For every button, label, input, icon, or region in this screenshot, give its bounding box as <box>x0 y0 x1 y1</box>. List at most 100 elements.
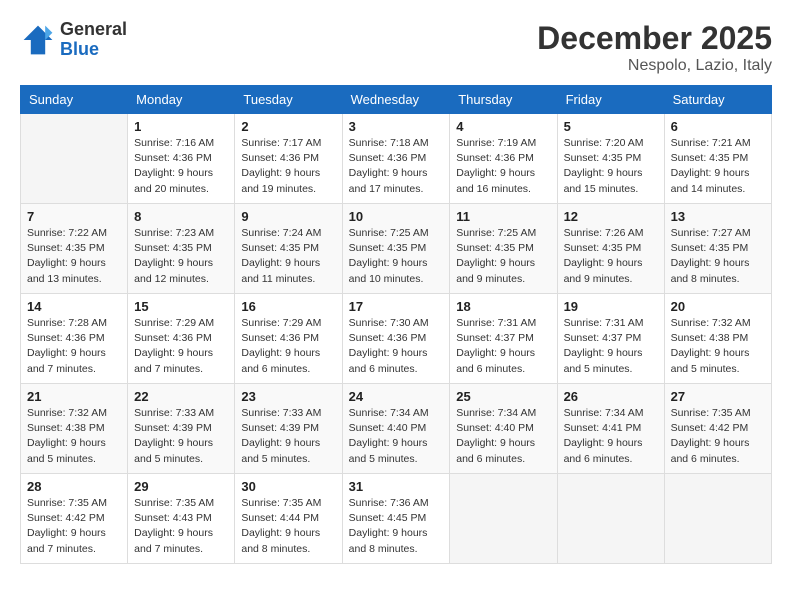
week-row-4: 21 Sunrise: 7:32 AM Sunset: 4:38 PM Dayli… <box>21 384 772 474</box>
day-info: Sunrise: 7:19 AM Sunset: 4:36 PM Dayligh… <box>456 136 550 197</box>
calendar-header-row: SundayMondayTuesdayWednesdayThursdayFrid… <box>21 86 772 114</box>
day-info: Sunrise: 7:23 AM Sunset: 4:35 PM Dayligh… <box>134 226 228 287</box>
calendar-cell: 8 Sunrise: 7:23 AM Sunset: 4:35 PM Daylig… <box>128 204 235 294</box>
day-number: 31 <box>349 479 444 494</box>
calendar-cell: 29 Sunrise: 7:35 AM Sunset: 4:43 PM Dayli… <box>128 474 235 564</box>
day-number: 18 <box>456 299 550 314</box>
day-number: 28 <box>27 479 121 494</box>
day-info: Sunrise: 7:25 AM Sunset: 4:35 PM Dayligh… <box>456 226 550 287</box>
day-number: 13 <box>671 209 765 224</box>
calendar-cell: 18 Sunrise: 7:31 AM Sunset: 4:37 PM Dayli… <box>450 294 557 384</box>
day-info: Sunrise: 7:35 AM Sunset: 4:43 PM Dayligh… <box>134 496 228 557</box>
calendar-cell: 7 Sunrise: 7:22 AM Sunset: 4:35 PM Daylig… <box>21 204 128 294</box>
calendar-cell: 20 Sunrise: 7:32 AM Sunset: 4:38 PM Dayli… <box>664 294 771 384</box>
day-number: 20 <box>671 299 765 314</box>
calendar-cell: 1 Sunrise: 7:16 AM Sunset: 4:36 PM Daylig… <box>128 114 235 204</box>
calendar-cell: 10 Sunrise: 7:25 AM Sunset: 4:35 PM Dayli… <box>342 204 450 294</box>
day-number: 23 <box>241 389 335 404</box>
calendar-cell: 4Sunrise: 7:19 AM Sunset: 4:36 PM Daylig… <box>450 114 557 204</box>
day-info: Sunrise: 7:33 AM Sunset: 4:39 PM Dayligh… <box>241 406 335 467</box>
day-info: Sunrise: 7:16 AM Sunset: 4:36 PM Dayligh… <box>134 136 228 197</box>
column-header-thursday: Thursday <box>450 86 557 114</box>
day-info: Sunrise: 7:34 AM Sunset: 4:40 PM Dayligh… <box>456 406 550 467</box>
page-header: General Blue December 2025 Nespolo, Lazi… <box>20 20 772 75</box>
day-info: Sunrise: 7:27 AM Sunset: 4:35 PM Dayligh… <box>671 226 765 287</box>
calendar-cell: 13 Sunrise: 7:27 AM Sunset: 4:35 PM Dayli… <box>664 204 771 294</box>
day-info: Sunrise: 7:21 AM Sunset: 4:35 PM Dayligh… <box>671 136 765 197</box>
day-number: 27 <box>671 389 765 404</box>
calendar-cell <box>557 474 664 564</box>
calendar-cell: 14 Sunrise: 7:28 AM Sunset: 4:36 PM Dayli… <box>21 294 128 384</box>
day-info: Sunrise: 7:28 AM Sunset: 4:36 PM Dayligh… <box>27 316 121 377</box>
day-number: 21 <box>27 389 121 404</box>
calendar-cell: 12 Sunrise: 7:26 AM Sunset: 4:35 PM Dayli… <box>557 204 664 294</box>
day-number: 5 <box>564 119 658 134</box>
column-header-monday: Monday <box>128 86 235 114</box>
calendar-table: SundayMondayTuesdayWednesdayThursdayFrid… <box>20 85 772 564</box>
day-info: Sunrise: 7:22 AM Sunset: 4:35 PM Dayligh… <box>27 226 121 287</box>
calendar-cell <box>450 474 557 564</box>
day-number: 7 <box>27 209 121 224</box>
day-number: 26 <box>564 389 658 404</box>
day-number: 30 <box>241 479 335 494</box>
location: Nespolo, Lazio, Italy <box>537 57 772 75</box>
logo-text: General Blue <box>60 20 127 60</box>
calendar-cell: 17Sunrise: 7:30 AM Sunset: 4:36 PM Dayli… <box>342 294 450 384</box>
day-number: 12 <box>564 209 658 224</box>
day-info: Sunrise: 7:20 AM Sunset: 4:35 PM Dayligh… <box>564 136 658 197</box>
calendar-cell: 28 Sunrise: 7:35 AM Sunset: 4:42 PM Dayli… <box>21 474 128 564</box>
day-number: 3 <box>349 119 444 134</box>
calendar-cell: 22Sunrise: 7:33 AM Sunset: 4:39 PM Dayli… <box>128 384 235 474</box>
calendar-cell: 15 Sunrise: 7:29 AM Sunset: 4:36 PM Dayli… <box>128 294 235 384</box>
calendar-cell: 26Sunrise: 7:34 AM Sunset: 4:41 PM Dayli… <box>557 384 664 474</box>
calendar-cell: 16Sunrise: 7:29 AM Sunset: 4:36 PM Dayli… <box>235 294 342 384</box>
column-header-saturday: Saturday <box>664 86 771 114</box>
day-number: 22 <box>134 389 228 404</box>
day-number: 25 <box>456 389 550 404</box>
day-info: Sunrise: 7:36 AM Sunset: 4:45 PM Dayligh… <box>349 496 444 557</box>
calendar-cell <box>664 474 771 564</box>
day-number: 17 <box>349 299 444 314</box>
calendar-cell: 21 Sunrise: 7:32 AM Sunset: 4:38 PM Dayli… <box>21 384 128 474</box>
day-info: Sunrise: 7:24 AM Sunset: 4:35 PM Dayligh… <box>241 226 335 287</box>
day-number: 8 <box>134 209 228 224</box>
day-number: 6 <box>671 119 765 134</box>
day-number: 29 <box>134 479 228 494</box>
calendar-cell: 23 Sunrise: 7:33 AM Sunset: 4:39 PM Dayli… <box>235 384 342 474</box>
day-info: Sunrise: 7:34 AM Sunset: 4:40 PM Dayligh… <box>349 406 444 467</box>
day-number: 9 <box>241 209 335 224</box>
calendar-cell: 2 Sunrise: 7:17 AM Sunset: 4:36 PM Daylig… <box>235 114 342 204</box>
day-number: 16 <box>241 299 335 314</box>
day-number: 11 <box>456 209 550 224</box>
day-info: Sunrise: 7:35 AM Sunset: 4:42 PM Dayligh… <box>27 496 121 557</box>
day-info: Sunrise: 7:35 AM Sunset: 4:42 PM Dayligh… <box>671 406 765 467</box>
column-header-sunday: Sunday <box>21 86 128 114</box>
week-row-3: 14 Sunrise: 7:28 AM Sunset: 4:36 PM Dayli… <box>21 294 772 384</box>
week-row-5: 28 Sunrise: 7:35 AM Sunset: 4:42 PM Dayli… <box>21 474 772 564</box>
calendar-cell: 31 Sunrise: 7:36 AM Sunset: 4:45 PM Dayli… <box>342 474 450 564</box>
day-number: 2 <box>241 119 335 134</box>
calendar-cell: 24 Sunrise: 7:34 AM Sunset: 4:40 PM Dayli… <box>342 384 450 474</box>
column-header-tuesday: Tuesday <box>235 86 342 114</box>
logo-blue: Blue <box>60 40 127 60</box>
day-number: 24 <box>349 389 444 404</box>
day-info: Sunrise: 7:32 AM Sunset: 4:38 PM Dayligh… <box>27 406 121 467</box>
day-info: Sunrise: 7:31 AM Sunset: 4:37 PM Dayligh… <box>564 316 658 377</box>
column-header-friday: Friday <box>557 86 664 114</box>
day-info: Sunrise: 7:25 AM Sunset: 4:35 PM Dayligh… <box>349 226 444 287</box>
day-number: 10 <box>349 209 444 224</box>
calendar-cell: 6 Sunrise: 7:21 AM Sunset: 4:35 PM Daylig… <box>664 114 771 204</box>
calendar-cell: 9 Sunrise: 7:24 AM Sunset: 4:35 PM Daylig… <box>235 204 342 294</box>
month-title: December 2025 <box>537 20 772 57</box>
day-info: Sunrise: 7:29 AM Sunset: 4:36 PM Dayligh… <box>134 316 228 377</box>
day-number: 1 <box>134 119 228 134</box>
calendar-cell: 11 Sunrise: 7:25 AM Sunset: 4:35 PM Dayli… <box>450 204 557 294</box>
day-info: Sunrise: 7:26 AM Sunset: 4:35 PM Dayligh… <box>564 226 658 287</box>
day-info: Sunrise: 7:32 AM Sunset: 4:38 PM Dayligh… <box>671 316 765 377</box>
day-info: Sunrise: 7:31 AM Sunset: 4:37 PM Dayligh… <box>456 316 550 377</box>
day-number: 14 <box>27 299 121 314</box>
logo-icon <box>20 22 56 58</box>
day-number: 15 <box>134 299 228 314</box>
logo-general: General <box>60 20 127 40</box>
day-info: Sunrise: 7:17 AM Sunset: 4:36 PM Dayligh… <box>241 136 335 197</box>
